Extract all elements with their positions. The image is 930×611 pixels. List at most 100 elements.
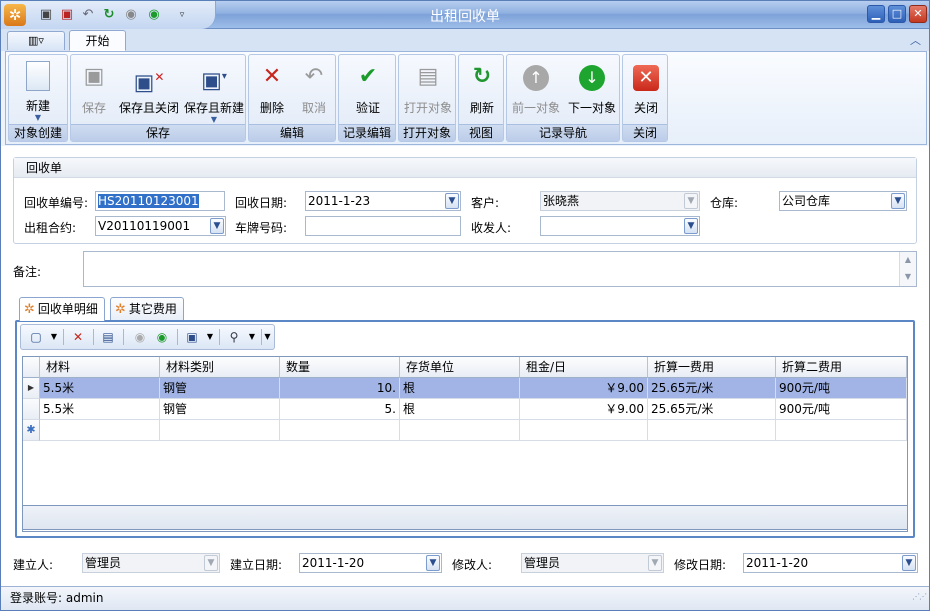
contract-label: 出租合约: [24, 221, 77, 235]
cell[interactable]: 根 [400, 378, 520, 399]
customer-field[interactable]: 张晓燕 ▼ [540, 191, 700, 211]
save-close-button[interactable]: ▣✕ 保存且关闭 [117, 57, 181, 125]
grid-footer [22, 505, 908, 530]
ribbon-tab-strip: ▥▿ 开始 ︿ [1, 29, 929, 51]
column-header[interactable]: 折算一费用 [648, 357, 776, 378]
plate-no-field[interactable] [305, 216, 461, 236]
chevron-down-icon: ▼ [34, 113, 42, 122]
table-row[interactable]: ▶ 5.5米 钢管 10. 根 ￥9.00 25.65元/米 900元/吨 [23, 378, 907, 399]
column-header[interactable]: 数量 [280, 357, 400, 378]
modified-by-field[interactable]: 管理员 ▼ [521, 553, 664, 573]
warehouse-field[interactable]: 公司仓库 ▼ [779, 191, 907, 211]
delete-row-icon[interactable]: ✕ [69, 329, 87, 345]
chevron-down-icon[interactable]: ▼ [45, 329, 63, 345]
tab-other-fees[interactable]: ✲ 其它费用 [110, 297, 184, 320]
column-header[interactable]: 租金/日 [520, 357, 648, 378]
chevron-down-icon[interactable]: ▼ [243, 329, 261, 345]
delete-icon: ✕ [262, 64, 282, 89]
scroll-up-icon[interactable]: ▲ [900, 252, 916, 269]
window-title: 出租回收单 [430, 9, 500, 25]
cell[interactable]: 钢管 [160, 399, 280, 420]
open-object-button[interactable]: ▤ 打开对象 [401, 57, 455, 125]
search-icon[interactable]: ⚲ [225, 329, 243, 345]
modified-date-label: 修改日期: [674, 558, 727, 572]
prev-icon[interactable]: ◉ [131, 329, 149, 345]
cell[interactable]: 900元/吨 [776, 399, 907, 420]
ribbon-collapse-icon[interactable]: ︿ [910, 32, 921, 48]
new-row[interactable]: ✱ [23, 420, 907, 441]
cell[interactable]: 5.5米 [40, 378, 160, 399]
minimize-icon[interactable]: ▁ [867, 5, 885, 23]
group-record-edit: ✔ 验证 记录编辑 [338, 54, 396, 142]
notes-label: 备注: [13, 265, 42, 279]
column-header[interactable]: 材料 [40, 357, 160, 378]
created-date-field[interactable]: 2011-1-20 ▼ [299, 553, 442, 573]
chevron-down-icon[interactable]: ▼ [426, 555, 440, 571]
grid-settings-icon[interactable]: ▤ [99, 329, 117, 345]
panel-title: 回收单 [14, 158, 916, 178]
receipt-no-field[interactable]: HS20110123001 [95, 191, 225, 211]
chevron-down-icon[interactable]: ▼ [445, 193, 459, 209]
toolbar-overflow-icon[interactable]: ▼ [261, 329, 273, 345]
tab-home[interactable]: 开始 [69, 30, 126, 51]
chevron-down-icon[interactable]: ▼ [891, 193, 905, 209]
cell[interactable]: ￥9.00 [520, 399, 648, 420]
table-row[interactable]: 5.5米 钢管 5. 根 ￥9.00 25.65元/米 900元/吨 [23, 399, 907, 420]
close-button[interactable]: ✕ 关闭 [625, 57, 667, 125]
column-header[interactable]: 折算二费用 [776, 357, 907, 378]
next-icon[interactable]: ◉ [153, 329, 171, 345]
save-button[interactable]: ▣ 保存 [73, 57, 115, 125]
save-new-button[interactable]: ▣▾ 保存且新建 ▼ [183, 57, 245, 125]
new-button[interactable]: 新建 ▼ [11, 57, 65, 125]
cancel-button[interactable]: ↶ 取消 [293, 57, 335, 125]
column-header[interactable]: 存货单位 [400, 357, 520, 378]
resize-grip-icon[interactable]: ⋰⋰ [912, 586, 927, 608]
cell[interactable]: 10. [280, 378, 400, 399]
group-label: 保存 [71, 124, 245, 141]
previous-object-button[interactable]: ↑ 前一对象 [509, 57, 563, 125]
current-row-icon[interactable]: ▶ [23, 378, 40, 399]
chevron-down-icon[interactable]: ▼ [902, 555, 916, 571]
column-header[interactable]: 材料类别 [160, 357, 280, 378]
group-close: ✕ 关闭 关闭 [622, 54, 668, 142]
status-bar: 登录账号: admin ⋰⋰ [1, 586, 929, 610]
cell[interactable]: 5.5米 [40, 399, 160, 420]
notes-field[interactable]: ▲ ▼ [83, 251, 917, 287]
save-icon[interactable]: ▣ [183, 329, 201, 345]
group-label: 对象创建 [9, 124, 67, 141]
cell[interactable]: 5. [280, 399, 400, 420]
chevron-down-icon[interactable]: ▼ [684, 218, 698, 234]
delete-button[interactable]: ✕ 删除 [251, 57, 293, 125]
receipt-no-label: 回收单编号: [24, 196, 89, 210]
receipt-panel: 回收单 回收单编号: HS20110123001 回收日期: 2011-1-23… [13, 157, 917, 244]
validate-button[interactable]: ✔ 验证 [341, 57, 395, 125]
close-icon: ✕ [633, 65, 659, 91]
group-label: 编辑 [249, 124, 335, 141]
maximize-icon[interactable]: □ [888, 5, 906, 23]
chevron-down-icon[interactable]: ▼ [201, 329, 219, 345]
cell[interactable]: ￥9.00 [520, 378, 648, 399]
created-by-field[interactable]: 管理员 ▼ [82, 553, 220, 573]
tab-receipt-detail[interactable]: ✲ 回收单明细 [19, 297, 105, 321]
cell[interactable]: 900元/吨 [776, 378, 907, 399]
scroll-down-icon[interactable]: ▼ [900, 269, 916, 286]
new-row-icon[interactable]: ▢ [27, 329, 45, 345]
refresh-button[interactable]: ↻ 刷新 [461, 57, 503, 125]
receipt-date-field[interactable]: 2011-1-23 ▼ [305, 191, 461, 211]
receiver-field[interactable]: ▼ [540, 216, 700, 236]
close-window-icon[interactable]: ✕ [909, 5, 927, 23]
application-menu-button[interactable]: ▥▿ [7, 31, 65, 50]
receiver-label: 收发人: [471, 221, 512, 235]
chevron-down-icon[interactable]: ▼ [210, 218, 224, 234]
group-open-object: ▤ 打开对象 打开对象 [398, 54, 456, 142]
cell[interactable]: 25.65元/米 [648, 399, 776, 420]
new-document-icon [26, 61, 50, 91]
cell[interactable]: 25.65元/米 [648, 378, 776, 399]
next-object-button[interactable]: ↓ 下一对象 [565, 57, 619, 125]
cell[interactable]: 根 [400, 399, 520, 420]
notes-scrollbar[interactable]: ▲ ▼ [899, 252, 916, 286]
contract-field[interactable]: V20110119001 ▼ [95, 216, 226, 236]
modified-date-field[interactable]: 2011-1-20 ▼ [743, 553, 918, 573]
cell[interactable]: 钢管 [160, 378, 280, 399]
new-row-icon[interactable]: ✱ [23, 420, 40, 441]
